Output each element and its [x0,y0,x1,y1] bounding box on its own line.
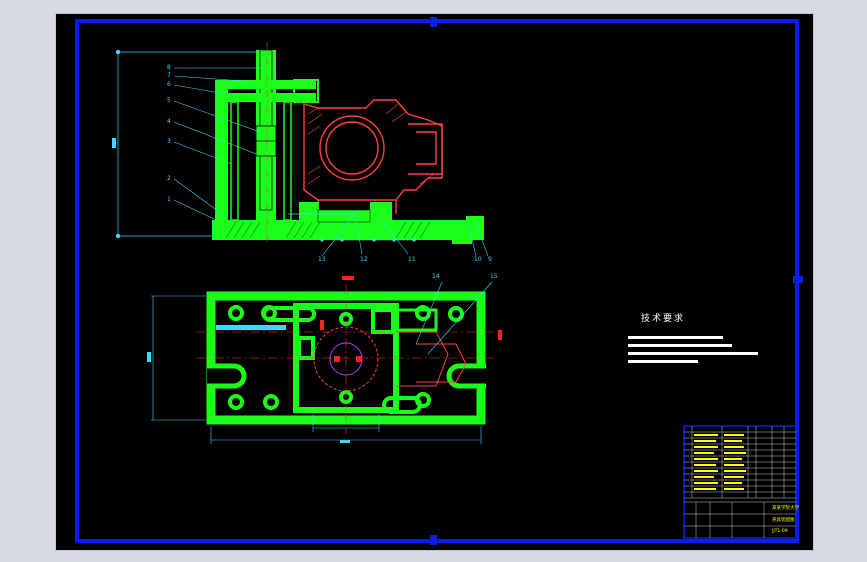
plan-center-lines [196,284,496,434]
balloon-10: 10 [474,256,482,263]
balloon-2: 2 [167,175,171,182]
cad-viewport[interactable]: 8 7 6 5 4 3 2 1 13 12 11 10 9 14 15 技术要求… [55,13,814,551]
balloon-15: 15 [490,273,498,280]
frame-grip-marks [430,17,803,545]
school-name: 某某学院大学 [772,506,799,511]
drawing-canvas [75,17,803,545]
locating-block-left [299,202,319,222]
balloon-7: 7 [167,72,171,79]
top-plate-upper [215,80,316,89]
balloon-5: 5 [167,97,171,104]
balloon-14: 14 [432,273,440,280]
end-block [466,216,484,240]
drawing-number: JJT1-09 [772,529,788,534]
u-slots [207,363,486,389]
balloon-8: 8 [167,64,171,71]
balloon-3: 3 [167,138,171,145]
balloon-11: 11 [408,256,416,263]
drawing-name: 夹具装配图 [772,518,795,523]
balloon-9: 9 [488,256,492,263]
plan-view[interactable] [147,276,502,444]
locating-block-right [370,202,392,222]
bom-grid [684,426,796,499]
balloon-13: 13 [318,256,326,263]
workpiece-outline [303,99,443,214]
balloon-6: 6 [167,81,171,88]
notes-text-lines [628,336,758,363]
sheet-frame [75,19,799,543]
balloon-1: 1 [167,196,171,203]
guide-rod [230,101,239,221]
height-dimension [115,49,256,239]
top-plate-lower [215,93,316,102]
technical-requirements-title: 技术要求 [641,314,686,324]
balloon-4: 4 [167,118,171,125]
balloon-12: 12 [360,256,368,263]
